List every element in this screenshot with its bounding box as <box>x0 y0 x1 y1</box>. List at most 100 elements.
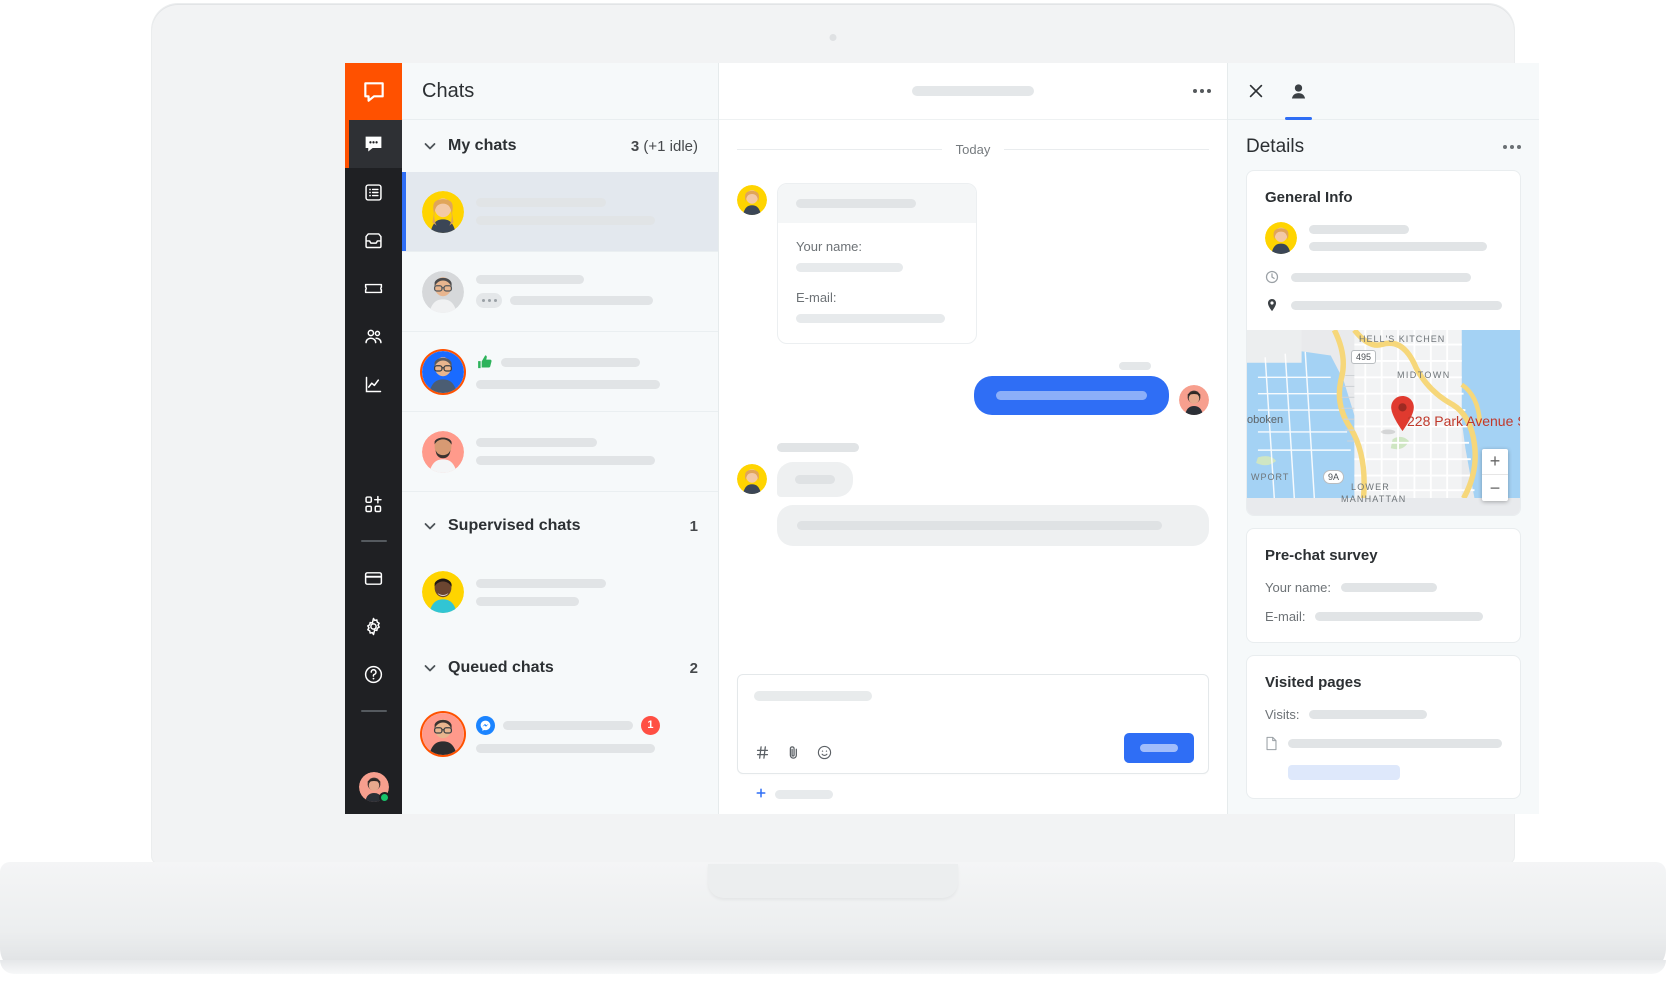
rail-item-subscription[interactable] <box>345 554 402 602</box>
pre-chat-survey-heading: Pre-chat survey <box>1265 547 1502 564</box>
list-item[interactable] <box>402 172 718 252</box>
visits-row: Visits: <box>1265 707 1502 722</box>
visited-pages-body: Visited pages Visits: <box>1247 656 1520 798</box>
map-label-hoboken: oboken <box>1247 414 1283 426</box>
placeholder-line <box>796 199 916 208</box>
customer-avatar-image <box>422 191 464 233</box>
details-panel-header <box>1228 63 1539 120</box>
rating-row <box>476 354 700 371</box>
chats-panel-header: Chats <box>402 63 718 120</box>
typing-indicator-icon <box>476 293 502 308</box>
list-item[interactable]: 1 <box>402 694 718 774</box>
list-item[interactable] <box>402 332 718 412</box>
composer-toolbar <box>754 744 833 761</box>
placeholder-line <box>476 380 660 389</box>
map-zoom-in-button[interactable]: + <box>1482 449 1508 475</box>
placeholder-line <box>476 198 606 207</box>
message-bubble-agent <box>974 376 1169 415</box>
rail-item-chats[interactable] <box>345 120 402 168</box>
channel-row: 1 <box>476 716 700 735</box>
avatar <box>737 185 767 215</box>
list-item[interactable] <box>402 552 718 632</box>
map-label-newport: WPORT <box>1251 472 1289 482</box>
list-item-text <box>476 579 700 606</box>
map-zoom-out-button[interactable]: − <box>1482 475 1508 501</box>
customer-details-icon[interactable] <box>1288 63 1309 120</box>
livechat-logo-icon[interactable] <box>345 63 402 120</box>
message-input[interactable] <box>737 674 1209 774</box>
message-outgoing <box>737 376 1209 415</box>
day-separator-label: Today <box>956 142 991 157</box>
rail-item-tickets[interactable] <box>345 264 402 312</box>
location-map[interactable]: HELL'S KITCHEN MIDTOWN oboken WPORT LOWE… <box>1247 330 1520 515</box>
placeholder-line <box>476 744 655 753</box>
general-info-user <box>1265 222 1502 254</box>
composer-wrapper <box>719 674 1227 814</box>
map-label-midtown: MIDTOWN <box>1397 370 1451 380</box>
more-options-icon[interactable] <box>1503 145 1521 149</box>
visits-label: Visits: <box>1265 707 1299 722</box>
main-navigation-rail <box>345 63 402 814</box>
visited-page-chip <box>1288 765 1400 780</box>
survey-row-email: E-mail: <box>1265 609 1502 624</box>
rail-item-team[interactable] <box>345 312 402 360</box>
placeholder-line <box>1291 273 1471 282</box>
rail-item-help[interactable] <box>345 650 402 698</box>
map-zoom-controls[interactable]: + − <box>1482 449 1508 501</box>
pre-chat-survey-message-card: Your name: E-mail: <box>777 183 977 344</box>
spacer <box>737 435 1209 443</box>
placeholder-line <box>1315 612 1483 621</box>
survey-card-body: Your name: E-mail: <box>778 223 976 343</box>
avatar[interactable] <box>359 772 389 802</box>
group-header-supervised-chats[interactable]: Supervised chats 1 <box>402 500 718 552</box>
message-incoming <box>737 462 1209 497</box>
group-header-queued-chats[interactable]: Queued chats 2 <box>402 642 718 694</box>
survey-label-email: E-mail: <box>1265 609 1305 624</box>
avatar <box>1179 385 1209 415</box>
add-tag-icon[interactable] <box>755 787 767 802</box>
list-item[interactable] <box>402 412 718 492</box>
avatar <box>422 271 464 313</box>
close-icon[interactable] <box>1246 63 1266 120</box>
customer-avatar-image <box>422 271 464 313</box>
rail-item-settings[interactable] <box>345 602 402 650</box>
rail-divider <box>361 540 387 542</box>
list-item-text <box>476 354 700 389</box>
group-count-number: 1 <box>690 518 698 535</box>
customer-avatar-image <box>1265 222 1297 254</box>
message-bubble-customer <box>777 462 853 497</box>
rail-items-bottom <box>345 480 402 724</box>
laptop-lid: Chats My chats 3 (+1 idle) <box>152 4 1514 864</box>
group-title: My chats <box>448 137 631 155</box>
message-list: Today <box>719 120 1227 674</box>
rail-item-archives[interactable] <box>345 168 402 216</box>
rail-items-top <box>345 120 402 408</box>
placeholder-line <box>1341 583 1437 592</box>
placeholder-line <box>1309 225 1409 234</box>
group-header-my-chats[interactable]: My chats 3 (+1 idle) <box>402 120 718 172</box>
avatar <box>422 351 464 393</box>
attachment-button[interactable] <box>785 744 802 761</box>
send-button[interactable] <box>1124 733 1194 763</box>
emoji-button[interactable] <box>816 744 833 761</box>
general-info-card: General Info <box>1246 170 1521 516</box>
thumbs-up-icon <box>476 354 493 371</box>
rail-item-reports[interactable] <box>345 360 402 408</box>
outgoing-meta-row <box>737 362 1209 376</box>
placeholder-line <box>476 438 597 447</box>
placeholder-line <box>1291 301 1502 310</box>
laptop-base <box>0 862 1666 974</box>
more-options-icon[interactable] <box>1193 89 1211 93</box>
group-title: Queued chats <box>448 659 690 677</box>
rail-item-apps[interactable] <box>345 480 402 528</box>
list-item[interactable] <box>402 252 718 332</box>
location-pin-icon <box>1265 298 1279 312</box>
placeholder-line <box>1309 710 1427 719</box>
details-scroll-area[interactable]: General Info <box>1228 170 1539 814</box>
rail-item-inbox[interactable] <box>345 216 402 264</box>
placeholder-line <box>912 86 1034 96</box>
canned-response-button[interactable] <box>754 744 771 761</box>
visited-page-row[interactable] <box>1265 736 1502 751</box>
avatar <box>422 571 464 613</box>
group-count: 1 <box>690 518 698 535</box>
